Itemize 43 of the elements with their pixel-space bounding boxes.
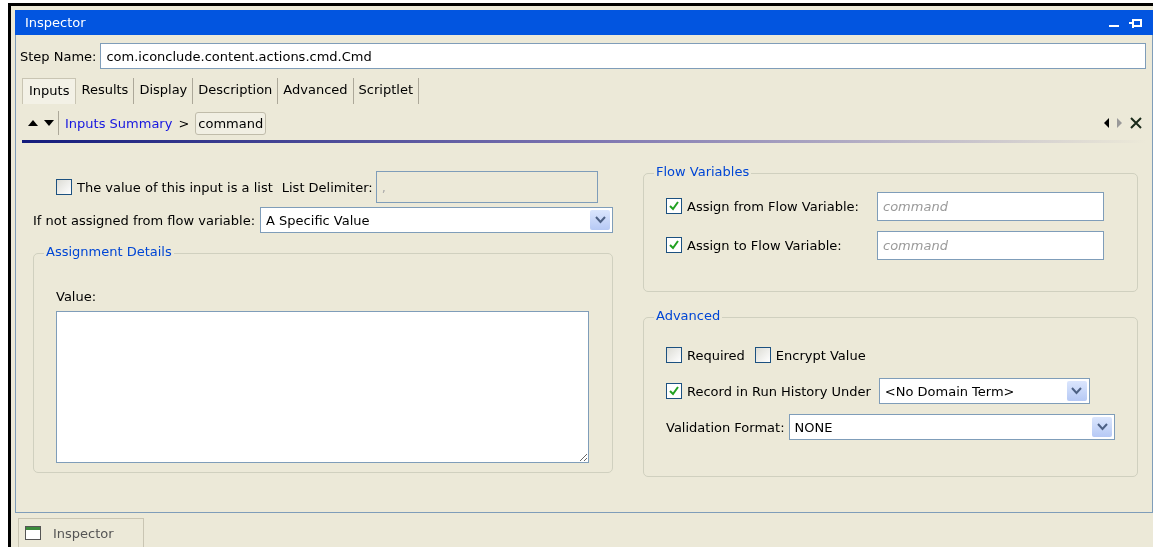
field-label: If not assigned from flow variable: [33, 212, 256, 228]
field-label: Value: [56, 289, 97, 304]
up-arrow-icon[interactable] [28, 120, 38, 126]
input-field[interactable]: command [877, 230, 1104, 260]
checkbox[interactable] [754, 347, 771, 363]
checkbox[interactable] [666, 237, 682, 253]
down-arrow-icon[interactable] [44, 120, 54, 126]
tab[interactable]: Advanced [278, 78, 354, 104]
breadcrumb-link[interactable]: Inputs Summary [65, 115, 173, 131]
group-title: Flow Variables [654, 164, 752, 179]
window-title: Inspector [25, 15, 86, 30]
window-icon [25, 526, 41, 540]
checkbox-label: Record in Run History Under [687, 383, 871, 399]
tab[interactable]: Inspector [18, 518, 144, 547]
group-title: Advanced [654, 308, 723, 323]
restore-icon[interactable] [1129, 16, 1143, 29]
field-label: Validation Format: [666, 419, 785, 435]
input-field[interactable]: command [877, 191, 1104, 221]
dropdown[interactable]: NONE [788, 414, 1115, 440]
left-arrow-icon[interactable] [1104, 118, 1109, 128]
group-title: Assignment Details [44, 244, 174, 259]
checkbox[interactable] [666, 347, 682, 363]
input-field[interactable]: com.iconclude.content.actions.cmd.Cmd [100, 43, 1146, 69]
field-label: List Delimiter: [281, 179, 373, 195]
checkbox[interactable] [666, 198, 682, 214]
checkbox-label: The value of this input is a list [77, 179, 273, 195]
checkbox-label: Assign to Flow Variable: [687, 237, 843, 253]
field-label: Step Name: [20, 48, 97, 64]
tab[interactable]: Results [76, 78, 135, 104]
tab[interactable]: Inputs [22, 78, 77, 104]
breadcrumb-current: command [195, 111, 267, 135]
close-icon[interactable] [1130, 117, 1142, 129]
checkbox[interactable] [56, 179, 72, 195]
checkbox-label: Assign from Flow Variable: [687, 198, 860, 214]
checkbox-label: Required [687, 347, 745, 363]
checkbox-label: Encrypt Value [775, 347, 866, 363]
checkbox[interactable] [666, 383, 682, 399]
tab[interactable]: Scriptlet [353, 78, 419, 104]
breadcrumb-separator: > [178, 115, 190, 131]
tab[interactable]: Display [134, 78, 194, 104]
dropdown[interactable]: <No Domain Term> [878, 378, 1090, 404]
tab[interactable]: Description [193, 78, 279, 104]
dropdown[interactable]: A Specific Value [260, 207, 613, 233]
